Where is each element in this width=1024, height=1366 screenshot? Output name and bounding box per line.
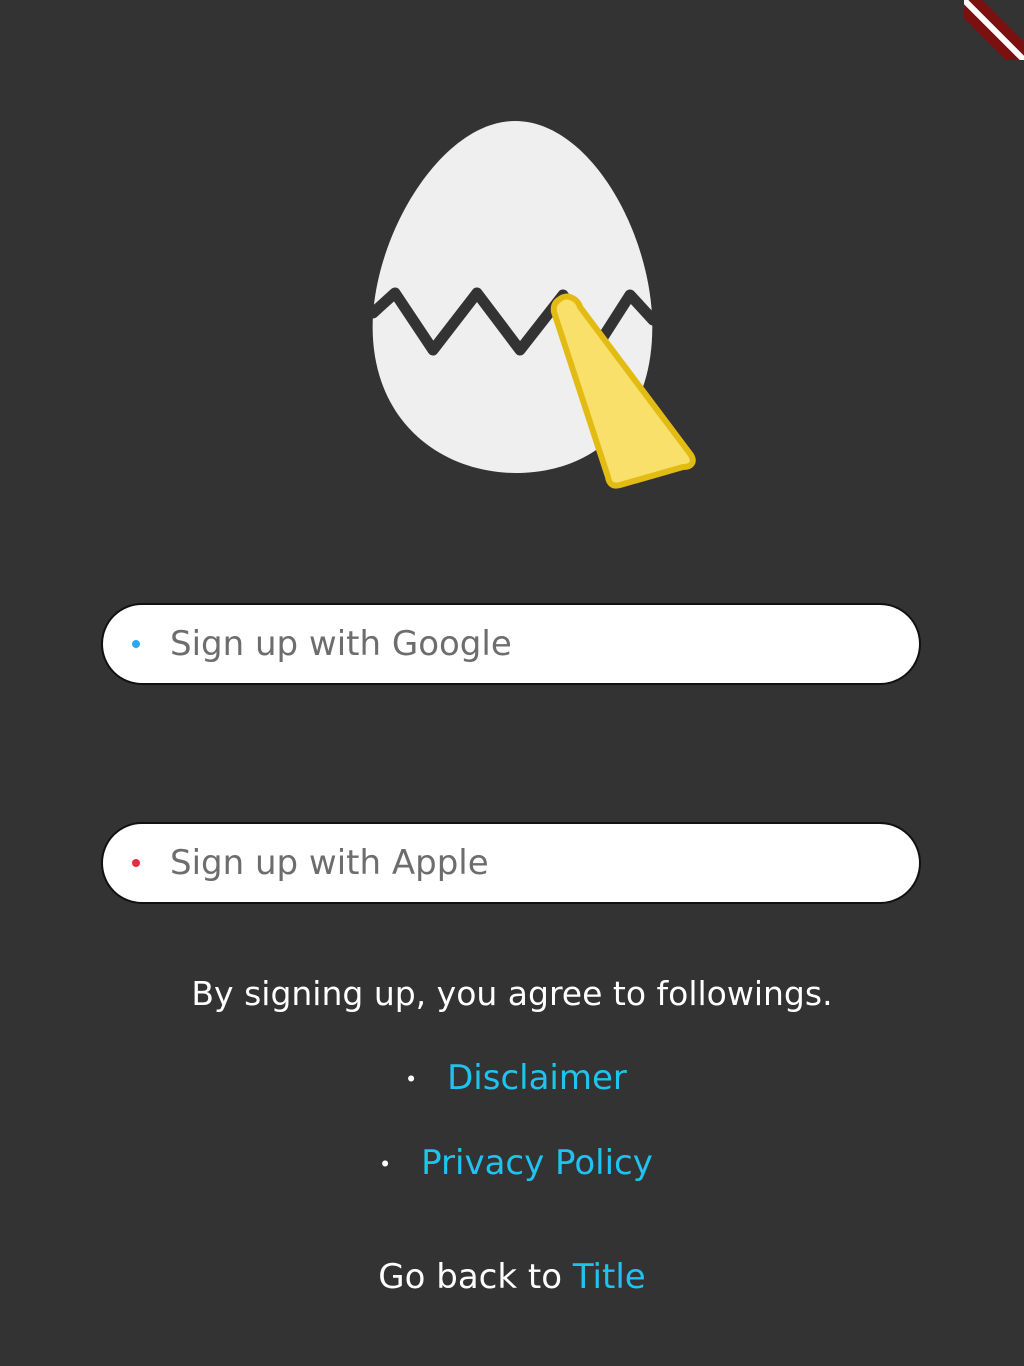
privacy-policy-row: ・ Privacy Policy bbox=[0, 1143, 1024, 1183]
apple-signup-button[interactable]: Sign up with Apple bbox=[101, 822, 921, 904]
disclaimer-link[interactable]: Disclaimer bbox=[447, 1058, 627, 1098]
apple-dot-icon bbox=[132, 859, 140, 867]
cracked-egg-logo bbox=[365, 115, 705, 495]
debug-banner bbox=[964, 0, 1024, 60]
google-signup-button[interactable]: Sign up with Google bbox=[101, 603, 921, 685]
bullet: ・ bbox=[397, 1063, 426, 1096]
cracked-egg-with-beak-icon bbox=[367, 121, 696, 489]
signup-screen: Sign up with Google Sign up with Apple B… bbox=[0, 0, 1024, 1366]
agreement-text: By signing up, you agree to followings. bbox=[191, 974, 833, 1013]
google-signup-label: Sign up with Google bbox=[170, 624, 512, 664]
google-dot-icon bbox=[132, 640, 140, 648]
back-to-title-row: Go back to Title bbox=[0, 1257, 1024, 1297]
bullet: ・ bbox=[371, 1148, 400, 1181]
privacy-policy-link[interactable]: Privacy Policy bbox=[421, 1143, 653, 1183]
debug-ribbon-icon bbox=[964, 0, 1024, 60]
disclaimer-row: ・ Disclaimer bbox=[0, 1058, 1024, 1098]
apple-signup-label: Sign up with Apple bbox=[170, 843, 489, 883]
back-prefix: Go back to bbox=[378, 1257, 573, 1297]
title-link[interactable]: Title bbox=[573, 1257, 646, 1297]
